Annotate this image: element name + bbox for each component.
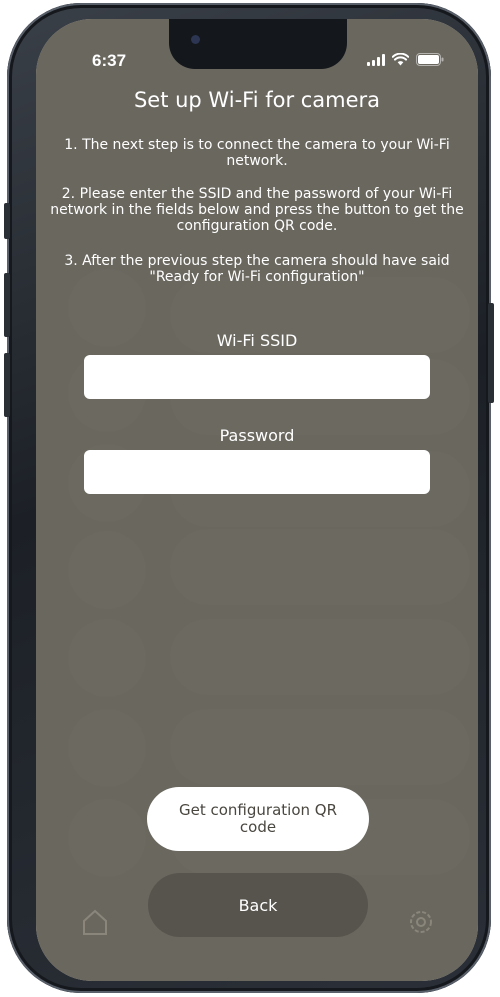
power-button — [488, 303, 494, 403]
dynamic-island — [169, 19, 347, 69]
volume-down-button — [4, 353, 10, 417]
instruction-step-1: 1. The next step is to connect the camer… — [64, 137, 450, 169]
front-camera — [191, 35, 200, 44]
status-time: 6:37 — [92, 51, 127, 70]
home-icon — [83, 909, 107, 935]
phone-frame: 6:37 Set up Wi-Fi for camera 1. The next… — [4, 3, 494, 993]
password-input[interactable] — [84, 450, 430, 494]
instruction-step-2: 2. Please enter the SSID and the passwor… — [50, 186, 464, 234]
wifi-icon — [392, 53, 409, 66]
cellular-signal-icon — [367, 53, 385, 66]
volume-up-button — [4, 273, 10, 337]
silent-switch — [4, 203, 10, 239]
dialog-title: Set up Wi-Fi for camera — [133, 88, 381, 112]
battery-icon — [416, 53, 444, 66]
password-label: Password — [219, 426, 295, 445]
instruction-step-3: 3. After the previous step the camera sh… — [64, 253, 450, 285]
status-icons — [367, 53, 444, 66]
ssid-input[interactable] — [84, 355, 430, 399]
phone-screen: 6:37 Set up Wi-Fi for camera 1. The next… — [36, 19, 478, 981]
ssid-label: Wi-Fi SSID — [216, 331, 298, 350]
settings-gear-icon — [410, 911, 432, 933]
get-qr-code-button[interactable]: Get configuration QR code — [147, 787, 369, 851]
back-button[interactable]: Back — [148, 873, 368, 937]
